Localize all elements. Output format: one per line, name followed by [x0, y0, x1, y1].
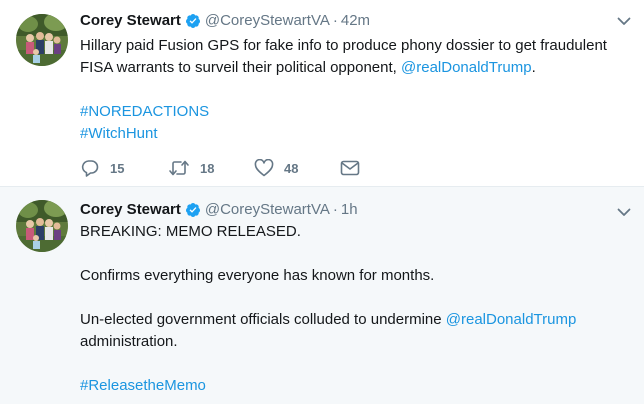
hashtag-link[interactable]: #WitchHunt: [80, 125, 158, 142]
chevron-down-icon[interactable]: [616, 204, 632, 220]
text-line: [80, 79, 630, 101]
handle[interactable]: @CoreyStewartVA: [205, 11, 330, 31]
text-line: Hillary paid Fusion GPS for fake info to…: [80, 35, 630, 57]
text-line: #ReleasetheMemo: [80, 375, 630, 397]
text-segment: .: [531, 59, 536, 76]
like-icon: [254, 159, 274, 177]
direct-message-icon: [340, 160, 360, 176]
reply-icon: [81, 160, 99, 177]
text-line: #WitchHunt: [80, 123, 630, 145]
timestamp[interactable]: 42m: [341, 11, 370, 31]
retweet-icon: [169, 160, 189, 176]
retweet-count: 18: [200, 160, 215, 176]
verified-badge-icon: [185, 202, 201, 218]
text-line: Un-elected government officials colluded…: [80, 309, 630, 331]
text-line: [80, 353, 630, 375]
text-line: [80, 287, 630, 309]
handle[interactable]: @CoreyStewartVA: [205, 200, 330, 220]
tweet-text: Hillary paid Fusion GPS for fake info to…: [80, 35, 630, 145]
tweet-actions: 15 18 48: [80, 158, 370, 178]
direct-message-button[interactable]: [340, 160, 370, 176]
like-count: 48: [284, 160, 299, 176]
text-line: administration.: [80, 331, 630, 353]
tweet-text: BREAKING: MEMO RELEASED. Confirms everyth…: [80, 221, 630, 397]
hashtag-link[interactable]: #ReleasetheMemo: [80, 377, 206, 394]
reply-count: 15: [110, 160, 125, 176]
mention-link[interactable]: @realDonaldTrump: [446, 311, 577, 328]
text-line: #NOREDACTIONS: [80, 101, 630, 123]
text-segment: BREAKING: MEMO RELEASED.: [80, 223, 301, 240]
text-line: Confirms everything everyone has known f…: [80, 265, 630, 287]
avatar[interactable]: [16, 200, 68, 252]
tweet-1[interactable]: Corey Stewart @CoreyStewartVA · 42m Hill…: [0, 0, 644, 187]
avatar[interactable]: [16, 14, 68, 66]
timestamp[interactable]: 1h: [341, 200, 358, 220]
tweet-header: Corey Stewart @CoreyStewartVA · 1h: [80, 200, 358, 220]
text-segment: Un-elected government officials colluded…: [80, 311, 446, 328]
like-button[interactable]: 48: [254, 159, 340, 177]
time-separator: ·: [332, 201, 338, 218]
text-segment: Hillary paid Fusion GPS for fake info to…: [80, 37, 607, 54]
text-line: FISA warrants to surveil their political…: [80, 57, 630, 79]
hashtag-link[interactable]: #NOREDACTIONS: [80, 103, 209, 120]
time-separator: ·: [332, 12, 338, 29]
tweet-header: Corey Stewart @CoreyStewartVA · 42m: [80, 11, 370, 31]
retweet-button[interactable]: 18: [168, 159, 254, 177]
mention-link[interactable]: @realDonaldTrump: [401, 59, 532, 76]
verified-badge-icon: [185, 13, 201, 29]
text-line: [80, 243, 630, 265]
tweet-2[interactable]: Corey Stewart @CoreyStewartVA · 1h BREAK…: [0, 187, 644, 404]
text-line: BREAKING: MEMO RELEASED.: [80, 221, 630, 243]
chevron-down-icon[interactable]: [616, 13, 632, 29]
text-segment: FISA warrants to surveil their political…: [80, 59, 401, 76]
fullname[interactable]: Corey Stewart: [80, 200, 181, 220]
text-segment: Confirms everything everyone has known f…: [80, 267, 435, 284]
reply-button[interactable]: 15: [80, 159, 168, 177]
fullname[interactable]: Corey Stewart: [80, 11, 181, 31]
text-segment: administration.: [80, 333, 178, 350]
